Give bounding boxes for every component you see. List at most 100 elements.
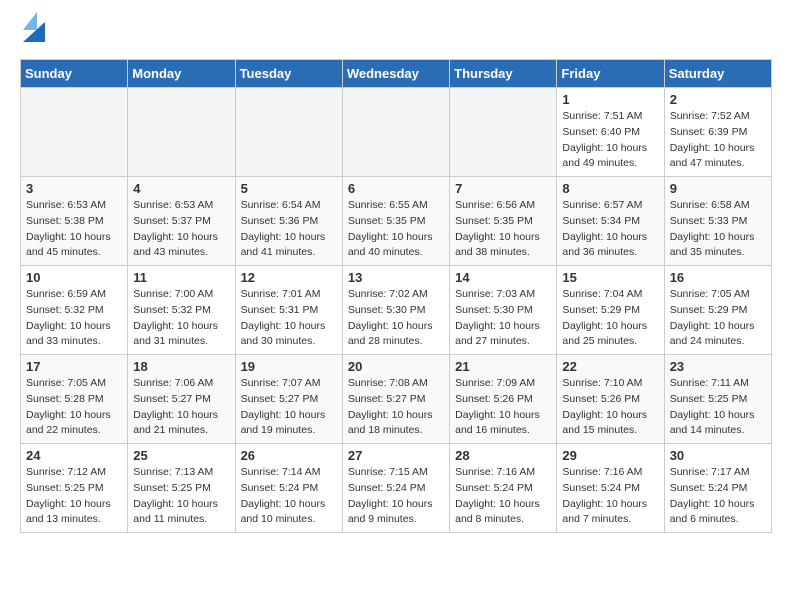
day-number: 28: [455, 448, 551, 463]
calendar-cell: 5Sunrise: 6:54 AM Sunset: 5:36 PM Daylig…: [235, 177, 342, 266]
day-info: Sunrise: 7:08 AM Sunset: 5:27 PM Dayligh…: [348, 376, 444, 439]
calendar-cell: 12 Sunrise: 7:01 AM Sunset: 5:31 PM Dayli…: [235, 266, 342, 355]
weekday-header-saturday: Saturday: [664, 60, 771, 88]
day-number: 27: [348, 448, 444, 463]
calendar-cell: 29Sunrise: 7:16 AM Sunset: 5:24 PM Dayli…: [557, 444, 664, 533]
weekday-header-wednesday: Wednesday: [342, 60, 449, 88]
calendar-cell: 1Sunrise: 7:51 AM Sunset: 6:40 PM Daylig…: [557, 88, 664, 177]
day-number: 7: [455, 181, 551, 196]
day-info: Sunrise: 6:57 AM Sunset: 5:34 PM Dayligh…: [562, 198, 658, 261]
header: [20, 16, 772, 47]
day-number: 29: [562, 448, 658, 463]
calendar-cell: 27 Sunrise: 7:15 AM Sunset: 5:24 PM Dayli…: [342, 444, 449, 533]
weekday-header-row: SundayMondayTuesdayWednesdayThursdayFrid…: [21, 60, 772, 88]
day-info: Sunrise: 7:01 AM Sunset: 5:31 PM Dayligh…: [241, 287, 337, 350]
week-row-5: 24 Sunrise: 7:12 AM Sunset: 5:25 PM Dayli…: [21, 444, 772, 533]
calendar-cell: 13 Sunrise: 7:02 AM Sunset: 5:30 PM Dayli…: [342, 266, 449, 355]
day-info: Sunrise: 7:04 AM Sunset: 5:29 PM Dayligh…: [562, 287, 658, 350]
calendar-cell: [128, 88, 235, 177]
day-info: Sunrise: 7:05 AM Sunset: 5:29 PM Dayligh…: [670, 287, 766, 350]
day-info: Sunrise: 7:00 AM Sunset: 5:32 PM Dayligh…: [133, 287, 229, 350]
logo-triangle-icon: [23, 12, 45, 42]
calendar-cell: 23 Sunrise: 7:11 AM Sunset: 5:25 PM Dayli…: [664, 355, 771, 444]
day-info: Sunrise: 6:58 AM Sunset: 5:33 PM Dayligh…: [670, 198, 766, 261]
weekday-header-friday: Friday: [557, 60, 664, 88]
day-number: 24: [26, 448, 122, 463]
day-info: Sunrise: 6:53 AM Sunset: 5:37 PM Dayligh…: [133, 198, 229, 261]
calendar-cell: 26 Sunrise: 7:14 AM Sunset: 5:24 PM Dayli…: [235, 444, 342, 533]
day-info: Sunrise: 6:55 AM Sunset: 5:35 PM Dayligh…: [348, 198, 444, 261]
calendar-cell: 30 Sunrise: 7:17 AM Sunset: 5:24 PM Dayli…: [664, 444, 771, 533]
week-row-1: 1Sunrise: 7:51 AM Sunset: 6:40 PM Daylig…: [21, 88, 772, 177]
calendar-cell: 4 Sunrise: 6:53 AM Sunset: 5:37 PM Daylig…: [128, 177, 235, 266]
calendar-cell: 17 Sunrise: 7:05 AM Sunset: 5:28 PM Dayli…: [21, 355, 128, 444]
weekday-header-sunday: Sunday: [21, 60, 128, 88]
day-number: 30: [670, 448, 766, 463]
calendar-cell: 21Sunrise: 7:09 AM Sunset: 5:26 PM Dayli…: [450, 355, 557, 444]
day-number: 18: [133, 359, 229, 374]
day-number: 11: [133, 270, 229, 285]
calendar-cell: 3 Sunrise: 6:53 AM Sunset: 5:38 PM Daylig…: [21, 177, 128, 266]
day-number: 10: [26, 270, 122, 285]
day-number: 9: [670, 181, 766, 196]
calendar-cell: 19 Sunrise: 7:07 AM Sunset: 5:27 PM Dayli…: [235, 355, 342, 444]
day-info: Sunrise: 7:11 AM Sunset: 5:25 PM Dayligh…: [670, 376, 766, 439]
day-number: 4: [133, 181, 229, 196]
day-number: 21: [455, 359, 551, 374]
day-number: 16: [670, 270, 766, 285]
calendar-cell: 18Sunrise: 7:06 AM Sunset: 5:27 PM Dayli…: [128, 355, 235, 444]
day-info: Sunrise: 7:15 AM Sunset: 5:24 PM Dayligh…: [348, 465, 444, 528]
day-number: 26: [241, 448, 337, 463]
day-info: Sunrise: 7:13 AM Sunset: 5:25 PM Dayligh…: [133, 465, 229, 528]
day-info: Sunrise: 7:10 AM Sunset: 5:26 PM Dayligh…: [562, 376, 658, 439]
calendar-cell: 14 Sunrise: 7:03 AM Sunset: 5:30 PM Dayli…: [450, 266, 557, 355]
calendar-cell: [21, 88, 128, 177]
week-row-4: 17 Sunrise: 7:05 AM Sunset: 5:28 PM Dayli…: [21, 355, 772, 444]
calendar-cell: 28 Sunrise: 7:16 AM Sunset: 5:24 PM Dayli…: [450, 444, 557, 533]
day-number: 20: [348, 359, 444, 374]
calendar-cell: 8Sunrise: 6:57 AM Sunset: 5:34 PM Daylig…: [557, 177, 664, 266]
calendar-table: SundayMondayTuesdayWednesdayThursdayFrid…: [20, 59, 772, 533]
day-info: Sunrise: 7:14 AM Sunset: 5:24 PM Dayligh…: [241, 465, 337, 528]
day-number: 22: [562, 359, 658, 374]
day-info: Sunrise: 7:16 AM Sunset: 5:24 PM Dayligh…: [455, 465, 551, 528]
day-info: Sunrise: 7:12 AM Sunset: 5:25 PM Dayligh…: [26, 465, 122, 528]
day-number: 14: [455, 270, 551, 285]
calendar-cell: 15 Sunrise: 7:04 AM Sunset: 5:29 PM Dayli…: [557, 266, 664, 355]
calendar-cell: [450, 88, 557, 177]
weekday-header-thursday: Thursday: [450, 60, 557, 88]
calendar-cell: 10 Sunrise: 6:59 AM Sunset: 5:32 PM Dayli…: [21, 266, 128, 355]
week-row-3: 10 Sunrise: 6:59 AM Sunset: 5:32 PM Dayli…: [21, 266, 772, 355]
weekday-header-monday: Monday: [128, 60, 235, 88]
day-number: 12: [241, 270, 337, 285]
day-number: 17: [26, 359, 122, 374]
day-info: Sunrise: 6:59 AM Sunset: 5:32 PM Dayligh…: [26, 287, 122, 350]
calendar-cell: 11 Sunrise: 7:00 AM Sunset: 5:32 PM Dayli…: [128, 266, 235, 355]
day-info: Sunrise: 7:03 AM Sunset: 5:30 PM Dayligh…: [455, 287, 551, 350]
day-info: Sunrise: 7:17 AM Sunset: 5:24 PM Dayligh…: [670, 465, 766, 528]
day-info: Sunrise: 7:05 AM Sunset: 5:28 PM Dayligh…: [26, 376, 122, 439]
day-info: Sunrise: 6:56 AM Sunset: 5:35 PM Dayligh…: [455, 198, 551, 261]
calendar-cell: 24 Sunrise: 7:12 AM Sunset: 5:25 PM Dayli…: [21, 444, 128, 533]
day-number: 13: [348, 270, 444, 285]
day-info: Sunrise: 6:54 AM Sunset: 5:36 PM Dayligh…: [241, 198, 337, 261]
calendar-cell: 9 Sunrise: 6:58 AM Sunset: 5:33 PM Daylig…: [664, 177, 771, 266]
week-row-2: 3 Sunrise: 6:53 AM Sunset: 5:38 PM Daylig…: [21, 177, 772, 266]
day-number: 2: [670, 92, 766, 107]
day-info: Sunrise: 7:02 AM Sunset: 5:30 PM Dayligh…: [348, 287, 444, 350]
day-number: 15: [562, 270, 658, 285]
calendar-cell: [342, 88, 449, 177]
day-number: 3: [26, 181, 122, 196]
day-number: 6: [348, 181, 444, 196]
calendar-cell: [235, 88, 342, 177]
day-number: 23: [670, 359, 766, 374]
calendar-cell: 7 Sunrise: 6:56 AM Sunset: 5:35 PM Daylig…: [450, 177, 557, 266]
day-number: 19: [241, 359, 337, 374]
day-number: 1: [562, 92, 658, 107]
day-info: Sunrise: 6:53 AM Sunset: 5:38 PM Dayligh…: [26, 198, 122, 261]
day-info: Sunrise: 7:07 AM Sunset: 5:27 PM Dayligh…: [241, 376, 337, 439]
logo: [20, 16, 45, 47]
calendar-cell: 6 Sunrise: 6:55 AM Sunset: 5:35 PM Daylig…: [342, 177, 449, 266]
calendar-cell: 25Sunrise: 7:13 AM Sunset: 5:25 PM Dayli…: [128, 444, 235, 533]
calendar-cell: 22 Sunrise: 7:10 AM Sunset: 5:26 PM Dayli…: [557, 355, 664, 444]
